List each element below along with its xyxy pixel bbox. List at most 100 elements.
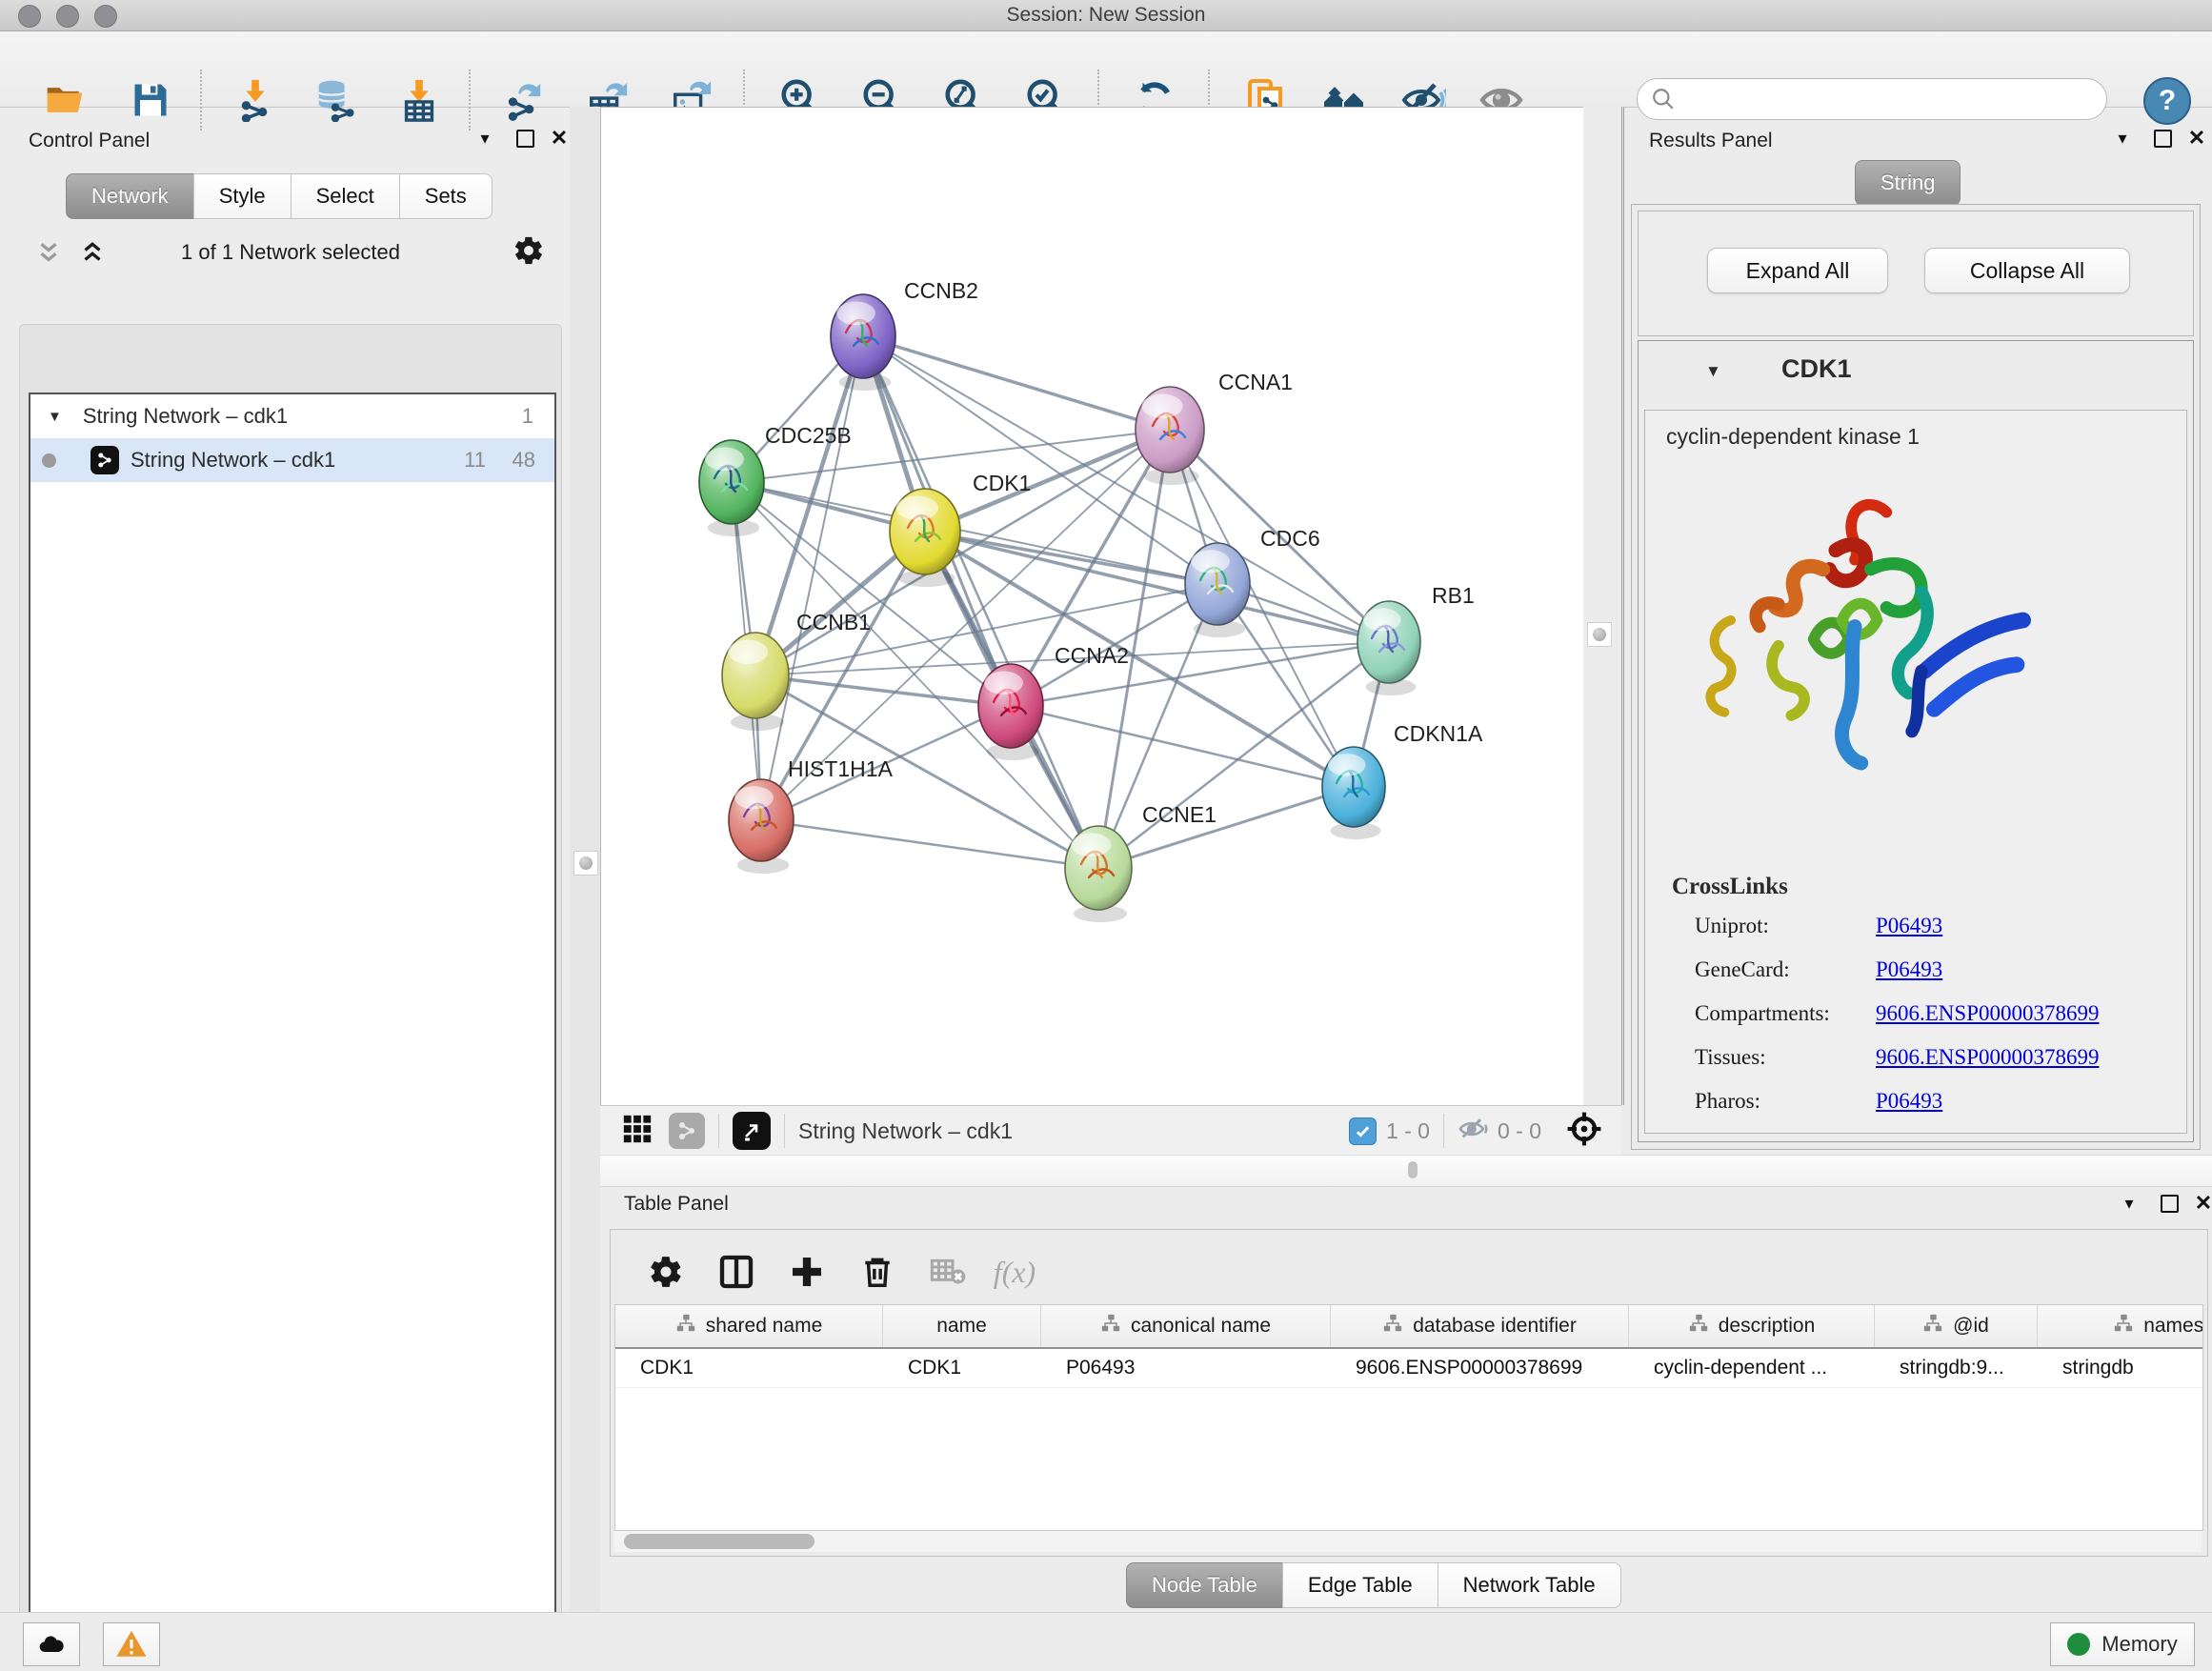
column-header-description[interactable]: description <box>1629 1305 1875 1347</box>
network-edge[interactable] <box>863 336 1170 430</box>
table-options-gear-icon[interactable] <box>639 1245 693 1299</box>
results-panel-menu-icon[interactable]: ▾ <box>2110 126 2135 151</box>
tab-select[interactable]: Select <box>291 173 400 219</box>
network-edge[interactable] <box>1098 787 1354 868</box>
splitter-handle-icon[interactable] <box>1408 1161 1418 1178</box>
control-panel-close-icon[interactable]: ✕ <box>547 126 572 151</box>
app-window: Session: New Session <box>0 0 2212 1671</box>
column-header-canonical-name[interactable]: canonical name <box>1041 1305 1331 1347</box>
network-node-CCNB2[interactable] <box>831 294 895 391</box>
table-cell[interactable]: P06493 <box>1041 1349 1331 1387</box>
table-cell[interactable]: 9606.ENSP00000378699 <box>1331 1349 1629 1387</box>
add-column-icon[interactable] <box>780 1245 834 1299</box>
network-edge[interactable] <box>1011 706 1354 787</box>
selected-checkbox-icon[interactable] <box>1349 1117 1377 1145</box>
splitter-handle-icon[interactable] <box>1587 622 1612 647</box>
network-edge[interactable] <box>761 820 1098 868</box>
column-label: @id <box>1953 1315 1989 1338</box>
show-columns-icon[interactable] <box>710 1245 763 1299</box>
scrollbar-thumb[interactable] <box>624 1534 814 1549</box>
tab-node-table[interactable]: Node Table <box>1126 1562 1283 1608</box>
warnings-button[interactable] <box>103 1622 160 1666</box>
splitter-handle-icon[interactable] <box>573 851 598 876</box>
table-cell[interactable]: CDK1 <box>883 1349 1041 1387</box>
network-edge[interactable] <box>755 675 1011 706</box>
expand-all-networks-icon[interactable] <box>78 238 116 272</box>
crosslink-label: GeneCard: <box>1695 957 1790 982</box>
table-row[interactable]: CDK1CDK1P064939606.ENSP00000378699cyclin… <box>615 1349 2202 1388</box>
panel-splitter-horizontal[interactable] <box>600 1155 2212 1187</box>
table-panel-close-icon[interactable]: ✕ <box>2191 1191 2212 1216</box>
network-collection-label: String Network – cdk1 <box>83 404 288 429</box>
column-header-namespace[interactable]: namespace <box>2038 1305 2203 1347</box>
node-label-CCNE1: CCNE1 <box>1142 802 1217 827</box>
entry-description: cyclin-dependent kinase 1 <box>1666 424 1920 450</box>
column-header-database-identifier[interactable]: database identifier <box>1331 1305 1629 1347</box>
collapse-all-button[interactable]: Collapse All <box>1924 248 2130 293</box>
network-canvas[interactable]: CCNB2CCNA1CDC25BCDK1CDC6RB1CCNB1CCNA2CDK… <box>600 107 1584 1106</box>
table-panel-menu-icon[interactable]: ▾ <box>2117 1191 2142 1216</box>
tree-expand-icon[interactable]: ▼ <box>48 409 62 425</box>
network-node-CDC25B[interactable] <box>699 440 764 536</box>
network-view-share-icon[interactable] <box>669 1113 705 1149</box>
memory-button[interactable]: Memory <box>2050 1622 2195 1666</box>
crosslink-link[interactable]: 9606.ENSP00000378699 <box>1876 1045 2100 1070</box>
hidden-eye-slash-icon[interactable] <box>1458 1113 1490 1150</box>
fit-selected-crosshair-icon[interactable] <box>1566 1111 1602 1152</box>
control-panel-float-icon[interactable] <box>513 126 537 151</box>
crosslink-link[interactable]: P06493 <box>1876 914 1942 938</box>
network-edge[interactable] <box>761 336 863 820</box>
network-node-CDKN1A[interactable] <box>1322 747 1385 839</box>
column-header-shared-name[interactable]: shared name <box>615 1305 883 1347</box>
network-node-CDC6[interactable] <box>1185 543 1250 637</box>
network-edge[interactable] <box>863 336 1098 868</box>
results-panel-close-icon[interactable]: ✕ <box>2184 126 2209 151</box>
selected-node-edge-counts: 1 - 0 <box>1386 1118 1430 1144</box>
delete-table-icon[interactable] <box>921 1245 975 1299</box>
table-cell[interactable]: stringdb:9... <box>1875 1349 2038 1387</box>
collapse-all-networks-icon[interactable] <box>34 238 72 272</box>
table-cell[interactable]: cyclin-dependent ... <box>1629 1349 1875 1387</box>
table-cell[interactable]: CDK1 <box>615 1349 883 1387</box>
delete-column-icon[interactable] <box>851 1245 904 1299</box>
expand-all-button[interactable]: Expand All <box>1707 248 1888 293</box>
network-options-gear-icon[interactable] <box>513 234 545 272</box>
crosslink-link[interactable]: P06493 <box>1876 1089 1942 1114</box>
network-node-HIST1H1A[interactable] <box>729 779 794 874</box>
hierarchy-icon <box>1382 1313 1403 1339</box>
node-label-CCNB2: CCNB2 <box>904 278 978 303</box>
birds-eye-view-icon[interactable] <box>733 1112 771 1150</box>
network-collection-row[interactable]: ▼ String Network – cdk1 1 <box>30 394 554 438</box>
network-node-CCNB1[interactable] <box>722 633 789 731</box>
network-node-CCNE1[interactable] <box>1065 826 1132 922</box>
entry-collapse-icon[interactable]: ▼ <box>1705 362 1721 381</box>
node-table: shared namenamecanonical namedatabase id… <box>614 1304 2203 1531</box>
table-cell[interactable]: stringdb <box>2038 1349 2203 1387</box>
column-header--id[interactable]: @id <box>1875 1305 2038 1347</box>
network-edge[interactable] <box>863 336 1389 642</box>
network-row-selected[interactable]: String Network – cdk1 11 48 <box>30 438 554 482</box>
crosslink-link[interactable]: 9606.ENSP00000378699 <box>1876 1001 2100 1026</box>
cloud-icon <box>36 1629 67 1660</box>
tab-style[interactable]: Style <box>193 173 292 219</box>
tab-network-table[interactable]: Network Table <box>1438 1562 1621 1608</box>
table-panel-float-icon[interactable] <box>2157 1191 2182 1216</box>
cloud-button[interactable] <box>23 1622 80 1666</box>
crosslinks-list: Uniprot:P06493GeneCard:P06493Compartment… <box>1645 914 2186 1133</box>
control-panel-menu-icon[interactable]: ▾ <box>473 126 497 151</box>
tab-string[interactable]: String <box>1855 160 1961 206</box>
tab-network[interactable]: Network <box>66 173 194 219</box>
crosslink-row: GeneCard: P06493 <box>1645 957 2186 996</box>
network-node-RB1[interactable] <box>1357 601 1420 695</box>
crosslink-label: Uniprot: <box>1695 914 1769 938</box>
table-horizontal-scrollbar[interactable] <box>614 1531 2202 1552</box>
column-header-name[interactable]: name <box>883 1305 1041 1347</box>
tab-edge-table[interactable]: Edge Table <box>1282 1562 1438 1608</box>
panel-splitter-right[interactable] <box>1583 107 1624 1105</box>
crosslink-row: Uniprot: P06493 <box>1645 914 2186 952</box>
tab-sets[interactable]: Sets <box>399 173 493 219</box>
grid-view-icon[interactable] <box>621 1113 654 1150</box>
results-panel-float-icon[interactable] <box>2150 126 2175 151</box>
function-builder-icon[interactable]: f(x) <box>988 1245 1041 1299</box>
crosslink-link[interactable]: P06493 <box>1876 957 1942 982</box>
